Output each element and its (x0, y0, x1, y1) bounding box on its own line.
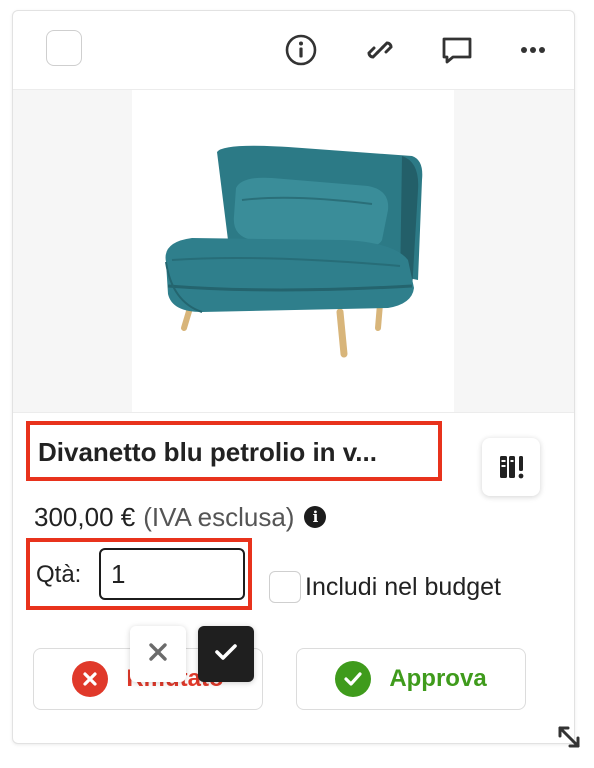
specs-icon[interactable] (482, 438, 540, 496)
vat-note: (IVA esclusa) (143, 501, 295, 532)
cancel-edit-button[interactable] (130, 626, 186, 682)
sofa-image (165, 145, 423, 358)
approve-button[interactable]: Approva (296, 648, 526, 710)
price-line: 300,00 € (IVA esclusa) i (34, 500, 327, 534)
resize-icon[interactable] (552, 720, 586, 754)
product-title[interactable]: Divanetto blu petrolio in v... (38, 437, 433, 467)
product-image-area (13, 90, 574, 413)
card-toolbar (13, 11, 574, 90)
select-checkbox[interactable] (46, 30, 82, 66)
product-card (12, 10, 575, 744)
budget-checkbox[interactable] (269, 571, 301, 603)
close-circle-icon (72, 661, 109, 697)
quantity-input[interactable] (99, 548, 245, 600)
check-circle-icon (335, 661, 372, 697)
close-icon (147, 641, 169, 668)
price-info-icon[interactable]: i (304, 506, 327, 528)
more-icon[interactable] (514, 31, 552, 69)
quantity-highlight: Qtà: (26, 538, 252, 610)
title-highlight: Divanetto blu petrolio in v... (26, 421, 442, 481)
confirm-edit-button[interactable] (198, 626, 254, 682)
budget-label: Includi nel budget (305, 573, 501, 601)
link-icon[interactable] (361, 31, 399, 69)
info-icon[interactable] (282, 31, 320, 69)
quantity-label: Qtà: (36, 561, 82, 588)
comment-icon[interactable] (438, 31, 476, 69)
price-amount: 300,00 € (34, 501, 136, 532)
approve-label: Approva (389, 665, 487, 692)
check-icon (213, 641, 239, 668)
product-image[interactable] (132, 90, 454, 412)
